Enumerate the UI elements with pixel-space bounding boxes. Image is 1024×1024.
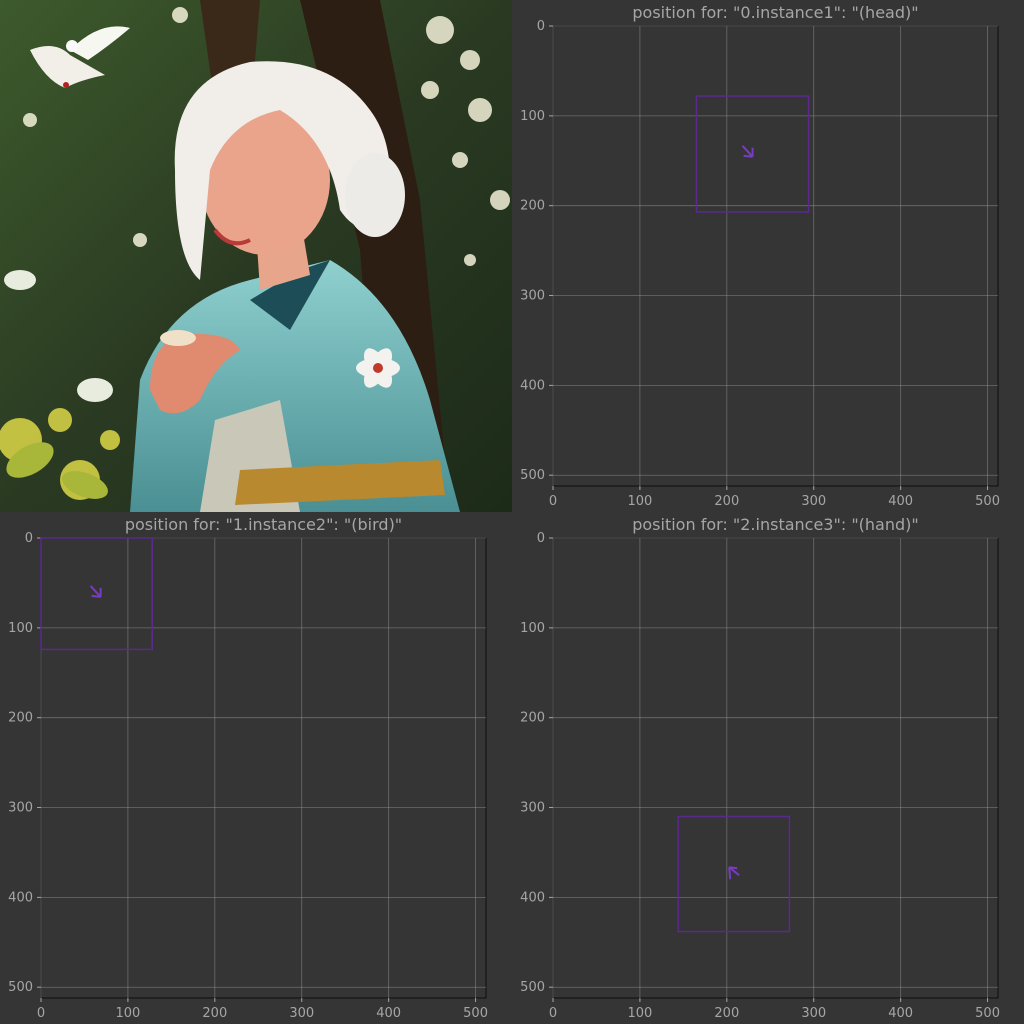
x-tick-label: 400 <box>376 1006 401 1021</box>
x-tick-label: 100 <box>628 1006 653 1021</box>
x-tick-label: 500 <box>975 494 1000 509</box>
y-tick-label: 400 <box>8 890 33 905</box>
x-tick-label: 100 <box>116 1006 141 1021</box>
chart-2: 0 100 200 300 400 500 0 100 200 300 400 500 position… <box>520 515 1000 1021</box>
x-tick-label: 500 <box>463 1006 488 1021</box>
y-tick-label: 0 <box>25 531 33 546</box>
chart-1: 0 100 200 300 400 500 0 100 200 300 400 500 position… <box>8 515 488 1021</box>
y-tick-label: 300 <box>8 801 33 816</box>
y-tick-label: 300 <box>520 289 545 304</box>
x-tick-label: 0 <box>37 1006 45 1021</box>
y-tick-label: 100 <box>520 109 545 124</box>
x-tick-label: 200 <box>714 494 739 509</box>
x-tick-label: 200 <box>714 1006 739 1021</box>
chart-title: position for: "0.instance1": "(head)" <box>632 3 918 22</box>
y-tick-label: 500 <box>8 980 33 995</box>
plot-area <box>40 537 487 999</box>
y-tick-label: 400 <box>520 890 545 905</box>
charts-svg: 0 100 200 300 400 500 0 100 200 300 400 500 position… <box>8 3 1000 1021</box>
y-tick-label: 200 <box>8 711 33 726</box>
y-tick-label: 500 <box>520 468 545 483</box>
plot-area <box>552 25 999 487</box>
y-tick-label: 200 <box>520 711 545 726</box>
y-tick-label: 0 <box>537 531 545 546</box>
x-tick-label: 200 <box>202 1006 227 1021</box>
y-tick-label: 400 <box>520 378 545 393</box>
y-tick-label: 200 <box>520 199 545 214</box>
x-tick-label: 0 <box>549 1006 557 1021</box>
chart-0: 0 100 200 300 400 500 0 100 200 300 400 500 position… <box>520 3 1000 509</box>
x-tick-label: 400 <box>888 494 913 509</box>
x-tick-label: 500 <box>975 1006 1000 1021</box>
plot-area <box>552 537 999 999</box>
y-tick-label: 100 <box>520 621 545 636</box>
x-tick-label: 300 <box>801 494 826 509</box>
y-tick-label: 100 <box>8 621 33 636</box>
chart-title: position for: "2.instance3": "(hand)" <box>632 515 919 534</box>
x-tick-label: 300 <box>289 1006 314 1021</box>
x-tick-label: 0 <box>549 494 557 509</box>
y-tick-label: 300 <box>520 801 545 816</box>
x-tick-label: 100 <box>628 494 653 509</box>
x-tick-label: 300 <box>801 1006 826 1021</box>
x-tick-label: 400 <box>888 1006 913 1021</box>
chart-title: position for: "1.instance2": "(bird)" <box>125 515 402 534</box>
y-tick-label: 0 <box>537 19 545 34</box>
y-tick-label: 500 <box>520 980 545 995</box>
